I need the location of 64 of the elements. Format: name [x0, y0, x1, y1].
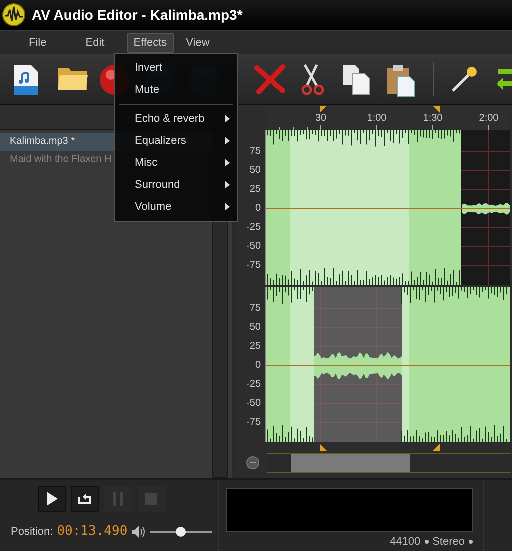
amplitude-label: -50 [246, 240, 261, 254]
menu-item[interactable]: Edit [78, 32, 112, 52]
sample-rate: 44100 [390, 536, 421, 548]
selection-end-marker-icon[interactable] [433, 444, 440, 451]
amplitude-label: 50 [250, 321, 261, 335]
position-time: 00:13.490 [57, 524, 128, 539]
selection-start-marker-icon[interactable] [320, 444, 327, 451]
amplitude-label: 25 [250, 340, 261, 354]
menu-item[interactable]: Effects [126, 32, 174, 52]
selection-start-marker-icon[interactable] [320, 106, 327, 113]
play-button[interactable] [38, 486, 66, 512]
ruler-label: 1:30 [423, 113, 443, 124]
submenu-arrow-icon [225, 181, 230, 189]
app-logo-icon [2, 3, 26, 27]
volume-slider[interactable] [150, 526, 212, 536]
volume-slider-thumb[interactable] [176, 526, 186, 536]
submenu-arrow-icon [225, 159, 230, 167]
submenu-arrow-icon [225, 137, 230, 145]
amplitude-label: 25 [250, 183, 261, 197]
menu-item[interactable]: Invert [115, 57, 237, 79]
stop-icon [145, 493, 157, 505]
amplitude-label: -75 [246, 259, 261, 273]
pause-icon [113, 492, 123, 506]
magic-wand-icon[interactable] [450, 64, 480, 94]
amplitude-label: -75 [246, 416, 261, 430]
waveform-drawing[interactable] [266, 287, 510, 442]
ruler-label: 2:00 [479, 113, 499, 124]
menu-item[interactable]: Echo & reverb [115, 108, 237, 130]
channel-mode: Stereo [432, 536, 465, 548]
scissors-icon[interactable] [299, 64, 327, 96]
paste-icon[interactable] [386, 64, 416, 98]
loop-button[interactable] [71, 486, 99, 512]
dot-icon [424, 540, 429, 544]
menu-item[interactable]: Surround [115, 174, 237, 196]
copy-icon[interactable] [342, 64, 372, 96]
delete-icon[interactable] [254, 64, 286, 94]
menu-item[interactable]: File [22, 32, 54, 52]
amplitude-label: 50 [250, 164, 261, 178]
timeline-ruler[interactable]: 30 1:00 1:30 2:00 [266, 105, 510, 130]
loop-icon [77, 493, 93, 505]
ruler-label: 1:00 [367, 113, 387, 124]
submenu-arrow-icon [225, 115, 230, 123]
amplitude-label: 75 [250, 145, 261, 159]
amplitude-label: -50 [246, 397, 261, 411]
scrollbar-thumb[interactable] [291, 454, 410, 472]
play-icon [46, 492, 58, 506]
speaker-icon[interactable] [132, 526, 146, 538]
waveform-drawing[interactable] [266, 130, 510, 285]
menu-item[interactable]: Mute [115, 79, 237, 101]
selection-end-marker-icon[interactable] [433, 106, 440, 113]
menu-item[interactable]: View [179, 32, 217, 52]
amplitude-label: 0 [255, 202, 261, 216]
dot-icon [469, 540, 473, 544]
amplitude-label: -25 [246, 221, 261, 235]
menu-item[interactable]: Misc [115, 152, 237, 174]
amplitude-label: 0 [255, 359, 261, 373]
new-file-icon[interactable] [13, 64, 39, 96]
amplitude-label: 75 [250, 302, 261, 316]
submenu-arrow-icon [225, 203, 230, 211]
amplitude-label: -25 [246, 378, 261, 392]
window-title: AV Audio Editor - Kalimba.mp3* [32, 7, 243, 23]
ruler-label: 30 [315, 113, 327, 124]
position-label: Position: [11, 526, 54, 538]
menu-item[interactable]: Volume [115, 196, 237, 218]
